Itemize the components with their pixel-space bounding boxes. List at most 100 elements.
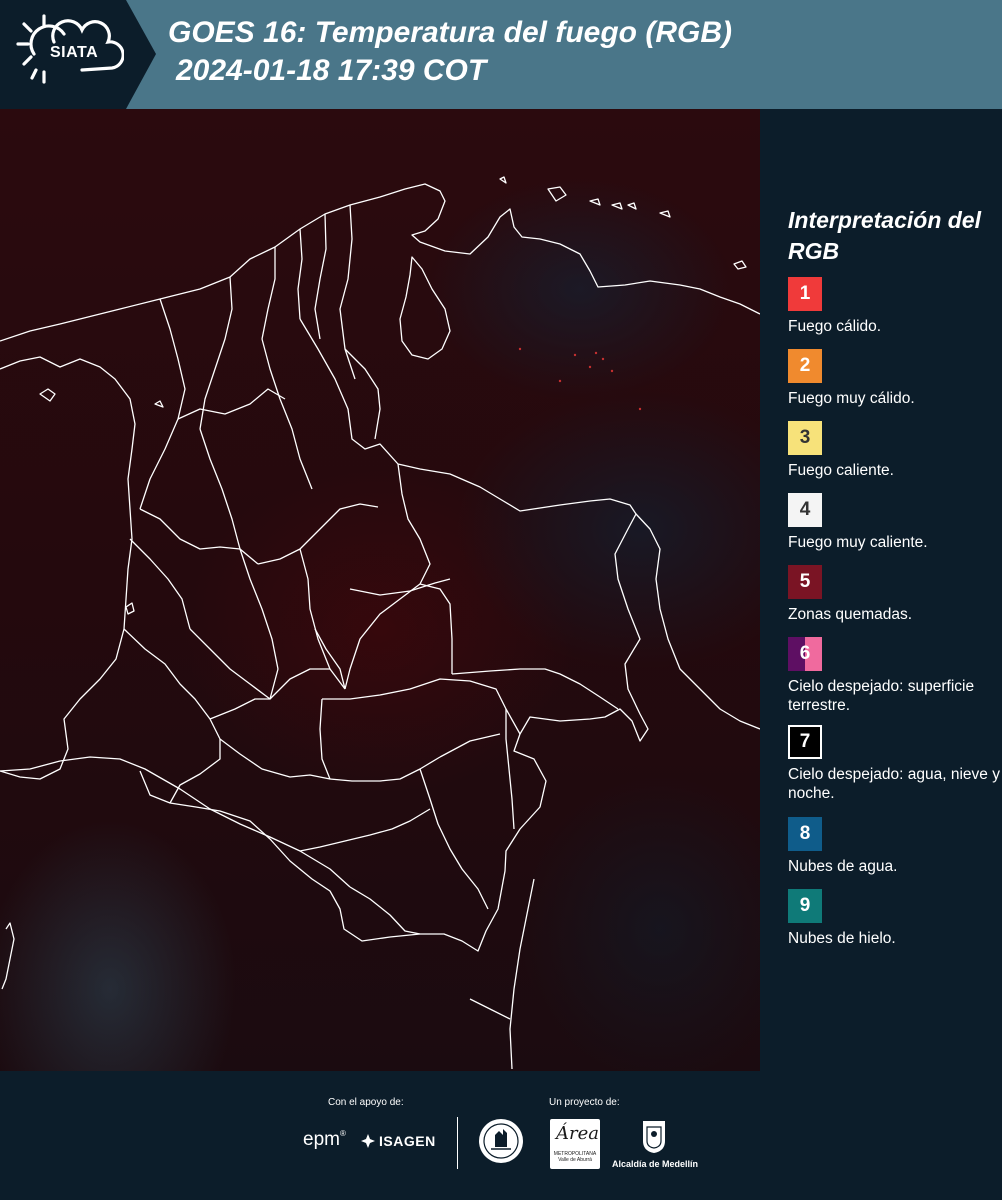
department-line — [419, 583, 453, 674]
legend-label: Cielo despejado: agua, nieve y noche. — [788, 766, 1000, 802]
legend-swatch: 6 — [788, 637, 822, 671]
department-line — [261, 338, 313, 490]
fire-pixel — [594, 351, 598, 355]
university-seal-icon — [479, 1119, 523, 1163]
legend-swatch: 7 — [788, 725, 822, 759]
legend-number: 6 — [799, 643, 811, 664]
siata-logo-text: SIATA — [50, 44, 99, 61]
legend-label: Fuego muy cálido. — [788, 390, 915, 407]
pacific-coastline — [0, 356, 136, 780]
colombia-border-east — [139, 463, 649, 952]
legend-label: Nubes de hielo. — [788, 930, 896, 947]
island — [154, 400, 164, 408]
department-line — [129, 538, 191, 630]
department-line — [199, 276, 233, 430]
department-line — [239, 548, 279, 670]
siata-logo: SIATA — [0, 0, 156, 109]
department-line — [339, 204, 356, 380]
fire-pixel — [610, 369, 614, 373]
legend-swatch: 1 — [788, 277, 822, 311]
area-logo-script: Área — [556, 1123, 599, 1144]
image-datetime: 2024-01-18 17:39 COT — [176, 54, 487, 87]
department-line — [169, 739, 221, 804]
fire-pixel — [573, 353, 577, 357]
legend-title: Interpretación del RGB — [788, 207, 981, 264]
department-line — [261, 247, 276, 340]
department-line — [139, 508, 259, 565]
legend-number: 1 — [799, 283, 811, 304]
support-caption: Con el apoyo de: — [328, 1097, 404, 1108]
fire-pixel — [518, 347, 522, 351]
area-metropolitana-logo: Área METROPOLITANA Valle de Aburrá — [550, 1119, 600, 1169]
island — [733, 260, 747, 270]
epm-logo: epm® — [303, 1129, 346, 1150]
legend-label: Zonas quemadas. — [788, 606, 913, 623]
legend-label: Fuego cálido. — [788, 318, 882, 335]
department-line — [319, 698, 441, 782]
legend-swatch: 8 — [788, 817, 822, 851]
legend-number: 5 — [799, 571, 811, 592]
department-line — [451, 668, 619, 710]
legend-number: 7 — [799, 731, 811, 752]
fire-pixel — [558, 379, 562, 383]
legend-swatch: 2 — [788, 349, 822, 383]
department-line — [505, 709, 515, 830]
header-bar: SIATA GOES 16: Temperatura del fuego (RG… — [0, 0, 1002, 109]
map-borders — [0, 176, 760, 1070]
island — [547, 186, 567, 202]
fire-pixel — [638, 407, 642, 411]
legend-number: 4 — [799, 499, 811, 520]
department-line — [177, 388, 286, 420]
department-line — [314, 628, 346, 690]
department-line — [139, 298, 186, 510]
isagen-mark-icon — [361, 1134, 375, 1148]
venezuela-border-east — [635, 513, 760, 730]
legend-number: 2 — [799, 355, 811, 376]
legend-label: Fuego caliente. — [788, 462, 894, 479]
legend-number: 3 — [799, 427, 811, 448]
alcaldia-medellin-logo: Alcaldía de Medellín — [612, 1159, 699, 1169]
legend-swatch: 5 — [788, 565, 822, 599]
page-title: GOES 16: Temperatura del fuego (RGB) — [168, 16, 732, 49]
island — [499, 176, 507, 184]
department-line — [297, 228, 303, 320]
island — [39, 388, 56, 402]
island — [125, 602, 135, 615]
area-logo-text: METROPOLITANA Valle de Aburrá — [553, 1151, 597, 1163]
peru-brazil-border — [509, 878, 535, 1070]
department-line — [314, 213, 327, 340]
isagen-logo: ISAGEN — [360, 1133, 436, 1149]
fire-pixel — [601, 357, 605, 361]
department-line — [299, 808, 431, 852]
department-line — [257, 503, 379, 565]
department-line — [344, 583, 421, 690]
department-line — [299, 318, 399, 465]
island — [1, 922, 15, 990]
department-line — [419, 768, 489, 910]
footer-divider — [457, 1117, 458, 1169]
fire-pixel — [588, 365, 592, 369]
department-line — [219, 738, 331, 780]
legend-label: Cielo despejado: superficie terrestre. — [788, 678, 975, 714]
legend-panel: Interpretación del RGB 1 Fuego cálido. 2 Fu… — [760, 109, 1002, 1071]
legend-swatch: 4 — [788, 493, 822, 527]
department-line — [349, 578, 451, 596]
legend-swatch: 9 — [788, 889, 822, 923]
brazil-peru-line — [469, 998, 511, 1020]
department-line — [397, 463, 431, 585]
footer-bar: Con el apoyo de: Un proyecto de: epm® IS… — [0, 1071, 1002, 1200]
project-caption: Un proyecto de: — [549, 1097, 620, 1108]
department-line — [209, 668, 330, 720]
department-line — [439, 733, 501, 758]
isagen-logo-text: ISAGEN — [379, 1133, 436, 1149]
island — [659, 210, 671, 218]
island — [627, 202, 637, 210]
legend-number: 8 — [799, 823, 811, 844]
caribbean-coastline — [0, 183, 760, 342]
legend-label: Nubes de agua. — [788, 858, 898, 875]
island — [589, 198, 601, 206]
satellite-map — [0, 109, 760, 1071]
legend-number: 9 — [799, 895, 811, 916]
department-line — [189, 628, 279, 700]
department-line — [299, 548, 346, 690]
